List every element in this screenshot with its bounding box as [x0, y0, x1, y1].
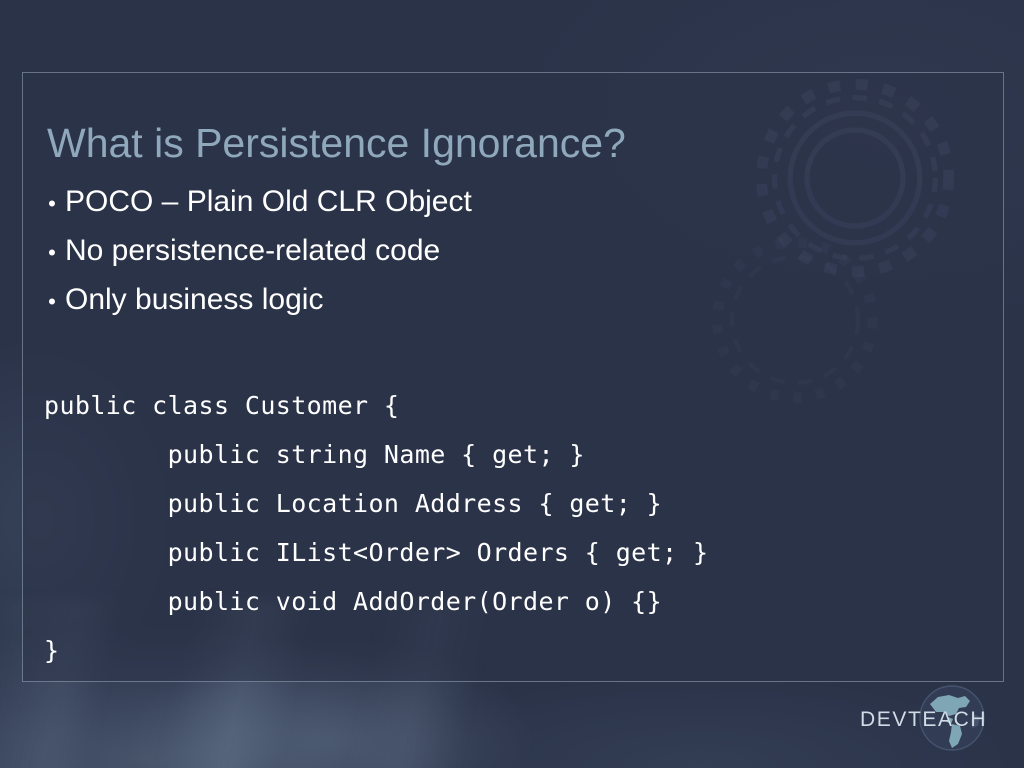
devteach-logo: DEVTEACH: [860, 684, 1010, 754]
bullet-label: Only business logic: [65, 283, 324, 316]
list-item: • Only business logic: [39, 283, 472, 332]
list-item: • No persistence-related code: [39, 234, 472, 283]
code-block: public class Customer { public string Na…: [44, 391, 709, 665]
list-item: • POCO – Plain Old CLR Object: [39, 185, 472, 234]
content-frame: What is Persistence Ignorance? • POCO – …: [22, 72, 1004, 682]
slide-title: What is Persistence Ignorance?: [47, 120, 626, 167]
bullet-label: No persistence-related code: [65, 234, 441, 267]
bullet-point-icon: •: [48, 191, 56, 216]
bullet-label: POCO – Plain Old CLR Object: [65, 185, 472, 218]
bullet-point-icon: •: [48, 289, 56, 314]
bullet-point-icon: •: [48, 240, 56, 265]
devteach-logo-text: DEVTEACH: [860, 708, 988, 731]
bullet-list: • POCO – Plain Old CLR Object • No persi…: [39, 185, 472, 332]
slide: What is Persistence Ignorance? • POCO – …: [0, 0, 1024, 768]
